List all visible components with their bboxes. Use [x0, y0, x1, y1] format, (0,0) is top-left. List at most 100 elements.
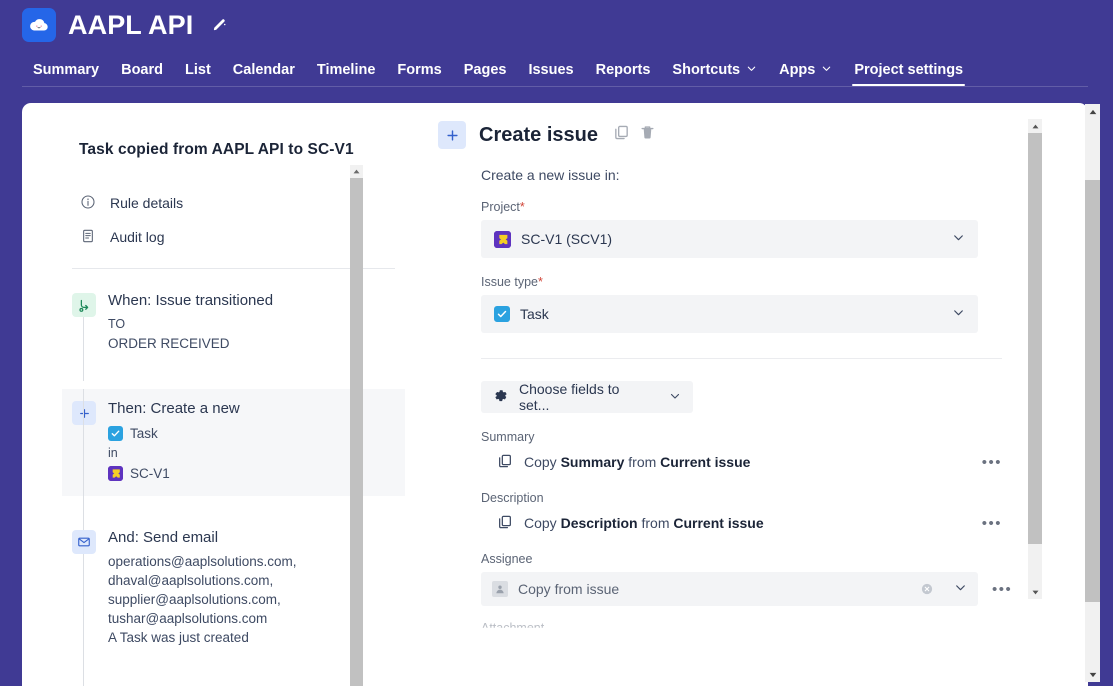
- assignee-value: Copy from issue: [518, 581, 620, 597]
- nav-item-issues[interactable]: Issues: [517, 54, 584, 86]
- clear-circle-icon[interactable]: [920, 582, 934, 596]
- action-title: Create issue: [479, 123, 598, 146]
- chevron-down-icon: [669, 389, 681, 405]
- assignee-select[interactable]: Copy from issue: [481, 572, 978, 606]
- rule-title: Task copied from AAPL API to SC-V1: [79, 141, 354, 158]
- form-lead-text: Create a new issue in:: [481, 167, 620, 183]
- nav-item-timeline[interactable]: Timeline: [306, 54, 387, 86]
- nav-item-apps[interactable]: Apps: [768, 54, 843, 86]
- assignee-field-label: Assignee: [481, 552, 533, 566]
- brand-row: AAPL API: [22, 8, 228, 42]
- action-detail-inner: Create issue Create a new issue in: Proj…: [405, 103, 1030, 635]
- nav-item-forms[interactable]: Forms: [386, 54, 452, 86]
- copy-icon: [497, 514, 513, 533]
- nav-item-pages[interactable]: Pages: [453, 54, 518, 86]
- nav-label: Timeline: [316, 62, 376, 78]
- project-avatar-icon: [494, 230, 511, 248]
- description-copy-row[interactable]: Copy Description from Current issue •••: [481, 511, 1002, 535]
- page-scrollbar-thumb[interactable]: [1085, 180, 1100, 602]
- nav-label: Pages: [463, 62, 507, 78]
- nav-item-calendar[interactable]: Calendar: [222, 54, 306, 86]
- main-nav: Summary Board List Calendar Timeline For…: [22, 54, 974, 86]
- required-marker: *: [519, 200, 525, 214]
- project-select[interactable]: SC-V1 (SCV1): [481, 220, 978, 258]
- description-copy-prefix: Copy: [524, 515, 561, 531]
- chevron-down-icon: [952, 231, 965, 247]
- task-check-icon: [108, 426, 123, 441]
- nav-label: Forms: [397, 62, 442, 78]
- nav-item-board[interactable]: Board: [110, 54, 174, 86]
- issue-type-select[interactable]: Task: [481, 295, 978, 333]
- action-form: Create a new issue in: Project* SC-V1 (S…: [405, 167, 1030, 635]
- trash-icon[interactable]: [639, 124, 656, 147]
- step-connector: [83, 389, 84, 534]
- section-divider: [481, 358, 1002, 359]
- issue-type-field-label: Issue type*: [481, 275, 1030, 289]
- branch-arrow-icon: [72, 293, 96, 317]
- sidebar-scroll-up-arrow[interactable]: [350, 165, 363, 178]
- nav-label: Issues: [528, 62, 574, 78]
- step-connector: [83, 317, 84, 381]
- nav-item-project-settings[interactable]: Project settings: [843, 54, 974, 86]
- task-check-icon: [494, 306, 510, 322]
- step-issue-type: Task: [130, 426, 158, 441]
- nav-label: Reports: [595, 62, 651, 78]
- rule-link-label: Audit log: [110, 229, 165, 245]
- step-project: SC-V1: [130, 466, 170, 481]
- cloud-icon: [22, 8, 56, 42]
- copy-icon[interactable]: [613, 124, 630, 147]
- top-banner: AAPL API Summary Board List Calendar Tim…: [0, 0, 1113, 103]
- nav-label: Calendar: [232, 62, 295, 78]
- divider: [72, 268, 395, 269]
- project-avatar-icon: [108, 466, 123, 481]
- step-connector: [83, 554, 84, 686]
- assignee-more-menu-icon[interactable]: •••: [992, 581, 1012, 598]
- nav-item-shortcuts[interactable]: Shortcuts: [661, 54, 768, 86]
- pen-icon[interactable]: [211, 17, 228, 34]
- summary-more-menu-icon[interactable]: •••: [982, 454, 1002, 471]
- chevron-down-icon: [952, 306, 965, 322]
- info-icon: [80, 194, 96, 213]
- nav-label: Shortcuts: [672, 62, 741, 78]
- summary-copy-row[interactable]: Copy Summary from Current issue •••: [481, 450, 1002, 474]
- project-field-label: Project*: [481, 200, 1030, 214]
- nav-label: Summary: [33, 62, 100, 78]
- rule-link-label: Rule details: [110, 195, 184, 211]
- detail-scrollbar-thumb[interactable]: [1028, 133, 1042, 544]
- nav-item-list[interactable]: List: [174, 54, 222, 86]
- project-select-value: SC-V1 (SCV1): [521, 231, 613, 247]
- summary-copy-prefix: Copy: [524, 454, 561, 470]
- detail-scroll-down-arrow[interactable]: [1028, 585, 1042, 599]
- page-scroll-down-arrow[interactable]: [1085, 667, 1100, 682]
- page-scroll-up-arrow[interactable]: [1085, 104, 1100, 119]
- description-copy-origin: Current issue: [673, 515, 764, 531]
- nav-label: Project settings: [854, 62, 964, 78]
- detail-scroll-up-arrow[interactable]: [1028, 119, 1042, 133]
- summary-copy-source-field: Summary: [560, 454, 625, 470]
- summary-field-label: Summary: [481, 430, 535, 444]
- nav-item-summary[interactable]: Summary: [22, 54, 110, 86]
- assignee-row: Copy from issue •••: [481, 572, 1026, 606]
- nav-item-reports[interactable]: Reports: [585, 54, 662, 86]
- description-more-menu-icon[interactable]: •••: [982, 515, 1002, 532]
- nav-label: Board: [121, 62, 163, 78]
- copy-icon: [497, 453, 513, 472]
- plus-icon: [438, 121, 466, 149]
- nav-label: Apps: [779, 62, 816, 78]
- description-field-label: Description: [481, 491, 544, 505]
- summary-copy-mid: from: [624, 454, 661, 470]
- nav-label: List: [185, 62, 211, 78]
- attachment-field-label: Attachment: [481, 621, 545, 635]
- summary-copy-origin: Current issue: [660, 454, 751, 470]
- envelope-icon: [72, 530, 96, 554]
- description-copy-source-field: Description: [560, 515, 638, 531]
- sidebar-scrollbar-thumb[interactable]: [350, 178, 363, 686]
- content-card: Task copied from AAPL API to SC-V1 Rule …: [22, 103, 1088, 686]
- list-document-icon: [80, 228, 96, 247]
- choose-fields-label: Choose fields to set...: [519, 381, 620, 413]
- project-label-text: Project: [481, 200, 520, 214]
- gear-icon: [493, 388, 509, 407]
- required-marker: *: [537, 275, 543, 289]
- choose-fields-dropdown[interactable]: Choose fields to set...: [481, 381, 693, 413]
- action-detail-panel: Create issue Create a new issue in: Proj…: [405, 103, 1050, 686]
